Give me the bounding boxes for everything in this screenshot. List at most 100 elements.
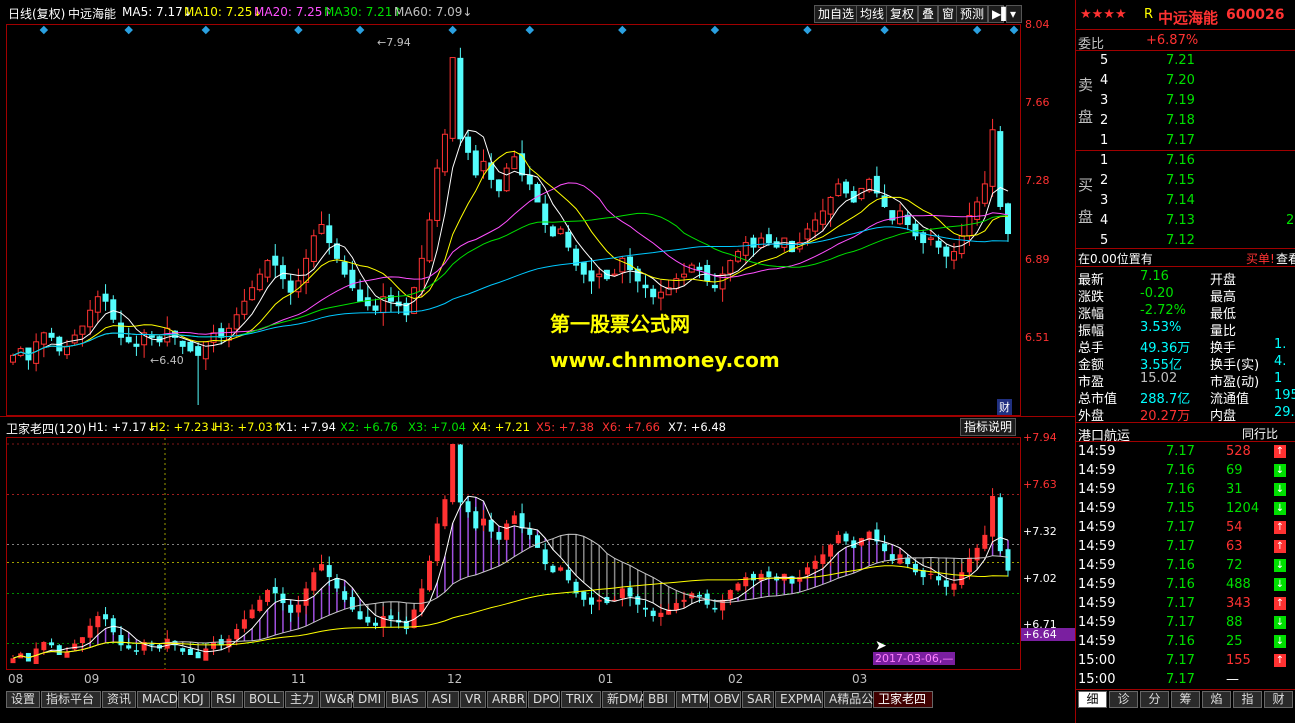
tick-volume: 88 (1226, 615, 1243, 630)
candle-body (488, 519, 494, 532)
view-link[interactable]: 查看 (1276, 250, 1295, 267)
stat-row: 总市值 288.7亿 流通值 195 (1076, 387, 1295, 407)
ma5-line (12, 129, 1009, 356)
tab-18[interactable]: MTM (676, 691, 709, 708)
candle-body (527, 528, 533, 535)
tab-4[interactable]: KDJ (178, 691, 210, 708)
overlay-button[interactable]: 叠 (918, 5, 939, 23)
candle-body (303, 588, 309, 606)
quote-tab-5[interactable]: 指 (1233, 691, 1262, 708)
candle-body (743, 577, 749, 587)
indicator-name[interactable]: 卫家老四(120) (6, 420, 86, 437)
level-num: 2 (1100, 173, 1109, 188)
add-favorite-button[interactable]: 加自选 (814, 5, 859, 23)
tab-13[interactable]: ARBR (487, 691, 527, 708)
signal-markers (39, 25, 1019, 35)
period-label[interactable]: 日线(复权) (8, 5, 65, 22)
tab-17[interactable]: BBI (643, 691, 675, 708)
stock-code: 600026 (1226, 7, 1285, 23)
quote-tab-4[interactable]: 焰 (1202, 691, 1231, 708)
tab-19[interactable]: OBV (709, 691, 741, 708)
quote-tab-3[interactable]: 筹 (1171, 691, 1200, 708)
signal-diamond (803, 25, 812, 35)
tab-9[interactable]: DMI (353, 691, 385, 708)
quote-tab-2[interactable]: 分 (1140, 691, 1169, 708)
candlestick-chart[interactable]: ←7.94 ←6.40 第一股票公式网 www.chnmoney.com 财 (6, 24, 1021, 416)
candle-body (912, 563, 918, 573)
tab-2[interactable]: 资讯 (102, 691, 136, 708)
candle-body (372, 305, 379, 311)
candle-body (534, 183, 541, 203)
candle-body (133, 650, 139, 652)
candle-body (465, 501, 471, 513)
candle-body (727, 590, 733, 600)
candle-body (311, 572, 317, 591)
candle-body (249, 609, 255, 619)
candle-body (357, 611, 363, 620)
buy-level: 2 7.15 (1076, 172, 1295, 190)
arrow-down-icon: ↓ (1274, 483, 1286, 496)
tab-14[interactable]: DPO (528, 691, 560, 708)
tick-row: 14:59 7.17 88 (1076, 614, 1295, 632)
window-button[interactable]: 窗 (938, 5, 959, 23)
tab-20[interactable]: SAR (742, 691, 774, 708)
tab-11[interactable]: ASI (427, 691, 459, 708)
indicator-help-button[interactable]: 指标说明 (960, 418, 1017, 436)
candle-body (1005, 549, 1011, 571)
candle-body (272, 255, 279, 266)
tab-5[interactable]: RSI (211, 691, 243, 708)
candle-body (588, 270, 595, 282)
candle-body (596, 599, 602, 602)
tick-time: 14:59 (1078, 444, 1116, 459)
x-tick: 09 (84, 672, 100, 686)
tab-21[interactable]: EXPMA (775, 691, 823, 708)
tab-1[interactable]: 指标平台 (41, 691, 101, 708)
tab-23[interactable]: 卫家老四 (873, 691, 933, 708)
tick-price: 7.16 (1166, 577, 1195, 592)
x-tick: 12 (447, 672, 463, 686)
forecast-button[interactable]: 预测 (956, 5, 989, 23)
tab-12[interactable]: VR (460, 691, 486, 708)
finance-badge[interactable]: 财 (997, 399, 1012, 415)
fast-forward-icon[interactable]: ▶▌ (988, 5, 1010, 23)
tab-7[interactable]: 主力 (285, 691, 319, 708)
tab-16[interactable]: 新DMA (602, 691, 647, 708)
dropdown-icon[interactable]: ▾ (1006, 5, 1022, 23)
fuquan-button[interactable]: 复权 (886, 5, 919, 23)
quote-tab-6[interactable]: 财 (1264, 691, 1293, 708)
tick-volume: 63 (1226, 539, 1243, 554)
candle-body (148, 335, 155, 338)
candle-body (472, 150, 479, 176)
candle-body (812, 560, 818, 569)
y-tick: 6.51 (1025, 331, 1050, 344)
tick-price: 7.17 (1166, 672, 1195, 687)
candle-body (441, 133, 448, 173)
tab-8[interactable]: W&R (320, 691, 355, 708)
indicator-chart[interactable]: 2017-03-06,— ➤ (6, 437, 1021, 670)
arrow-up-icon: ↑ (1274, 654, 1286, 667)
x-tick: 02 (728, 672, 744, 686)
candle-body (288, 604, 294, 613)
level-num: 3 (1100, 193, 1109, 208)
tab-0[interactable]: 设置 (6, 691, 40, 708)
tab-22[interactable]: A精品公式 (824, 691, 885, 708)
candle-body (966, 557, 972, 573)
buy-order-link[interactable]: 买单! (1246, 250, 1275, 267)
quote-tab-0[interactable]: 细 (1078, 691, 1107, 708)
candle-body (449, 57, 456, 139)
candle-body (828, 544, 834, 557)
stat-row: 金额 3.55亿 换手(实) 4. (1076, 353, 1295, 373)
tab-10[interactable]: BIAS (386, 691, 426, 708)
candle-body (966, 214, 973, 237)
indicator-candles (10, 444, 1011, 664)
quote-tab-1[interactable]: 诊 (1109, 691, 1138, 708)
industry-compare-button[interactable]: 同行比 (1242, 425, 1278, 442)
candle-body (373, 622, 379, 626)
tick-time: 14:59 (1078, 520, 1116, 535)
candle-body (989, 129, 996, 187)
tab-3[interactable]: MACD (137, 691, 178, 708)
ma-button[interactable]: 均线 (856, 5, 889, 23)
ma10-value: MA10: 7.25↓ (184, 5, 263, 19)
tab-15[interactable]: TRIX (561, 691, 601, 708)
tab-6[interactable]: BOLL (244, 691, 284, 708)
